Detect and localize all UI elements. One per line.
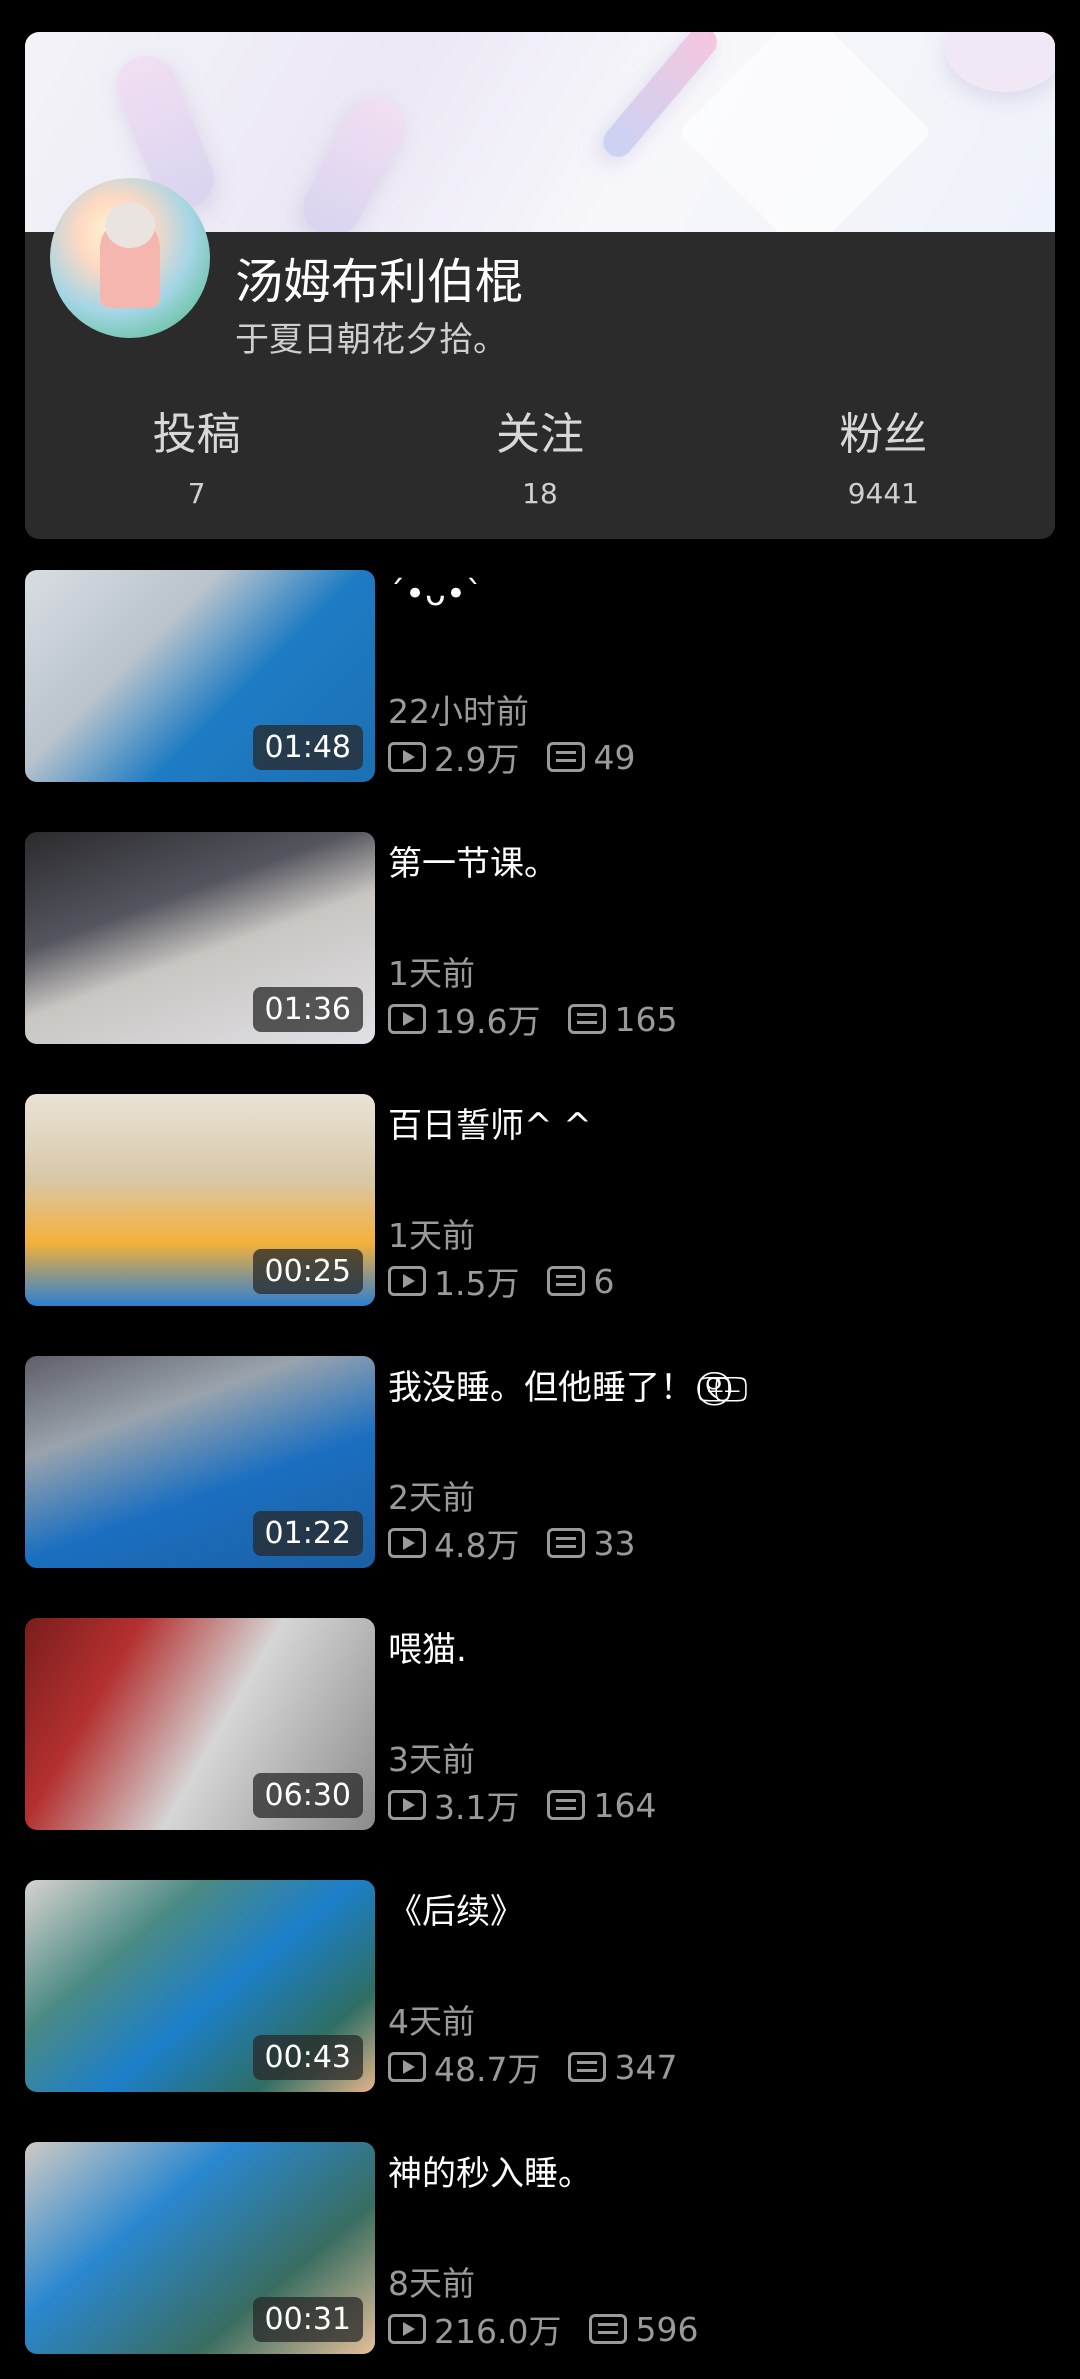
- stat-label: 关注: [495, 409, 584, 460]
- video-item[interactable]: 00:31 神的秒入睡。 8天前 216.0万 596: [0, 2142, 1080, 2354]
- view-count: 48.7万: [434, 2050, 541, 2089]
- stat-value: 18: [522, 477, 558, 510]
- danmaku-count: 33: [593, 1523, 636, 1563]
- danmaku-count: 347: [614, 2047, 678, 2087]
- danmaku-count: 49: [593, 737, 636, 777]
- video-time: 1天前: [388, 954, 475, 993]
- play-count-icon: [388, 1528, 426, 1558]
- video-time: 8天前: [388, 2264, 475, 2303]
- video-title[interactable]: ´•ᴗ•`: [388, 574, 483, 614]
- danmaku-count: 165: [614, 999, 678, 1039]
- stat-value: 7: [187, 477, 206, 510]
- video-item[interactable]: 06:30 喂猫. 3天前 3.1万 164: [0, 1618, 1080, 1830]
- video-item[interactable]: 01:22 我没睡。但他睡了！ ୧⃢⃝̶ ̶̶̶̶⃢ 2天前 4.8万 33: [0, 1356, 1080, 1568]
- video-meta: 19.6万 165: [388, 995, 677, 1043]
- video-item[interactable]: 00:25 百日誓师^ ^ 1天前 1.5万 6: [0, 1094, 1080, 1306]
- video-thumbnail[interactable]: 00:43: [25, 1880, 375, 2092]
- play-count-icon: [388, 1004, 426, 1034]
- video-time: 1天前: [388, 1216, 475, 1255]
- avatar[interactable]: [50, 178, 210, 338]
- play-count-icon: [388, 742, 426, 772]
- video-thumbnail[interactable]: 01:48: [25, 570, 375, 782]
- duration-badge: 01:22: [252, 1511, 363, 1556]
- danmaku-count: 6: [593, 1261, 615, 1301]
- duration-badge: 00:43: [252, 2035, 363, 2080]
- view-count: 216.0万: [434, 2312, 562, 2351]
- video-meta: 2.9万 49: [388, 733, 635, 781]
- video-title[interactable]: 第一节课。: [388, 836, 558, 885]
- stat-value: 9441: [847, 477, 919, 510]
- play-count-icon: [388, 2314, 426, 2344]
- stat-following[interactable]: 关注 18: [368, 407, 711, 517]
- play-count-icon: [388, 1790, 426, 1820]
- profile-card: 汤姆布利伯棍 于夏日朝花夕拾。 投稿 7 关注 18 粉丝 9441: [25, 32, 1055, 539]
- video-thumbnail[interactable]: 01:36: [25, 832, 375, 1044]
- video-item[interactable]: 01:36 第一节课。 1天前 19.6万 165: [0, 832, 1080, 1044]
- danmaku-icon: [568, 1004, 607, 1034]
- video-meta: 48.7万 347: [388, 2043, 677, 2091]
- view-count: 19.6万: [434, 1002, 541, 1041]
- username: 汤姆布利伯棍: [235, 254, 524, 310]
- view-count: 3.1万: [434, 1788, 520, 1827]
- stat-followers[interactable]: 粉丝 9441: [712, 407, 1055, 517]
- view-count: 1.5万: [434, 1264, 520, 1303]
- video-title[interactable]: 喂猫.: [388, 1622, 467, 1671]
- duration-badge: 01:36: [252, 987, 363, 1032]
- video-title[interactable]: 百日誓师^ ^: [388, 1098, 592, 1147]
- video-time: 2天前: [388, 1478, 475, 1517]
- view-count: 4.8万: [434, 1526, 520, 1565]
- video-item[interactable]: 01:48 ´•ᴗ•` 22小时前 2.9万 49: [0, 570, 1080, 782]
- danmaku-count: 596: [635, 2309, 699, 2349]
- video-meta: 3.1万 164: [388, 1781, 656, 1829]
- video-time: 3天前: [388, 1740, 475, 1779]
- profile-stats: 投稿 7 关注 18 粉丝 9441: [25, 407, 1055, 517]
- stat-label: 粉丝: [839, 409, 928, 460]
- video-title[interactable]: 《后续》: [388, 1884, 524, 1933]
- duration-badge: 06:30: [252, 1773, 363, 1818]
- danmaku-icon: [568, 2052, 607, 2082]
- play-count-icon: [388, 1266, 426, 1296]
- video-meta: 1.5万 6: [388, 1257, 614, 1305]
- play-count-icon: [388, 2052, 426, 2082]
- video-meta: 216.0万 596: [388, 2305, 698, 2353]
- view-count: 2.9万: [434, 740, 520, 779]
- video-thumbnail[interactable]: 06:30: [25, 1618, 375, 1830]
- video-item[interactable]: 00:43 《后续》 4天前 48.7万 347: [0, 1880, 1080, 2092]
- video-thumbnail[interactable]: 01:22: [25, 1356, 375, 1568]
- danmaku-icon: [547, 742, 586, 772]
- stat-submissions[interactable]: 投稿 7: [25, 407, 368, 517]
- duration-badge: 00:31: [252, 2297, 363, 2342]
- danmaku-icon: [547, 1266, 586, 1296]
- video-time: 4天前: [388, 2002, 475, 2041]
- video-thumbnail[interactable]: 00:31: [25, 2142, 375, 2354]
- user-bio: 于夏日朝花夕拾。: [235, 320, 507, 360]
- duration-badge: 00:25: [252, 1249, 363, 1294]
- stat-label: 投稿: [152, 409, 241, 460]
- danmaku-icon: [547, 1790, 586, 1820]
- danmaku-icon: [589, 2314, 628, 2344]
- video-meta: 4.8万 33: [388, 1519, 635, 1567]
- duration-badge: 01:48: [252, 725, 363, 770]
- video-title[interactable]: 神的秒入睡。: [388, 2146, 592, 2195]
- video-thumbnail[interactable]: 00:25: [25, 1094, 375, 1306]
- danmaku-count: 164: [593, 1785, 657, 1825]
- video-title[interactable]: 我没睡。但他睡了！ ୧⃢⃝̶ ̶̶̶̶⃢: [388, 1360, 740, 1409]
- danmaku-icon: [547, 1528, 586, 1558]
- video-time: 22小时前: [388, 692, 529, 731]
